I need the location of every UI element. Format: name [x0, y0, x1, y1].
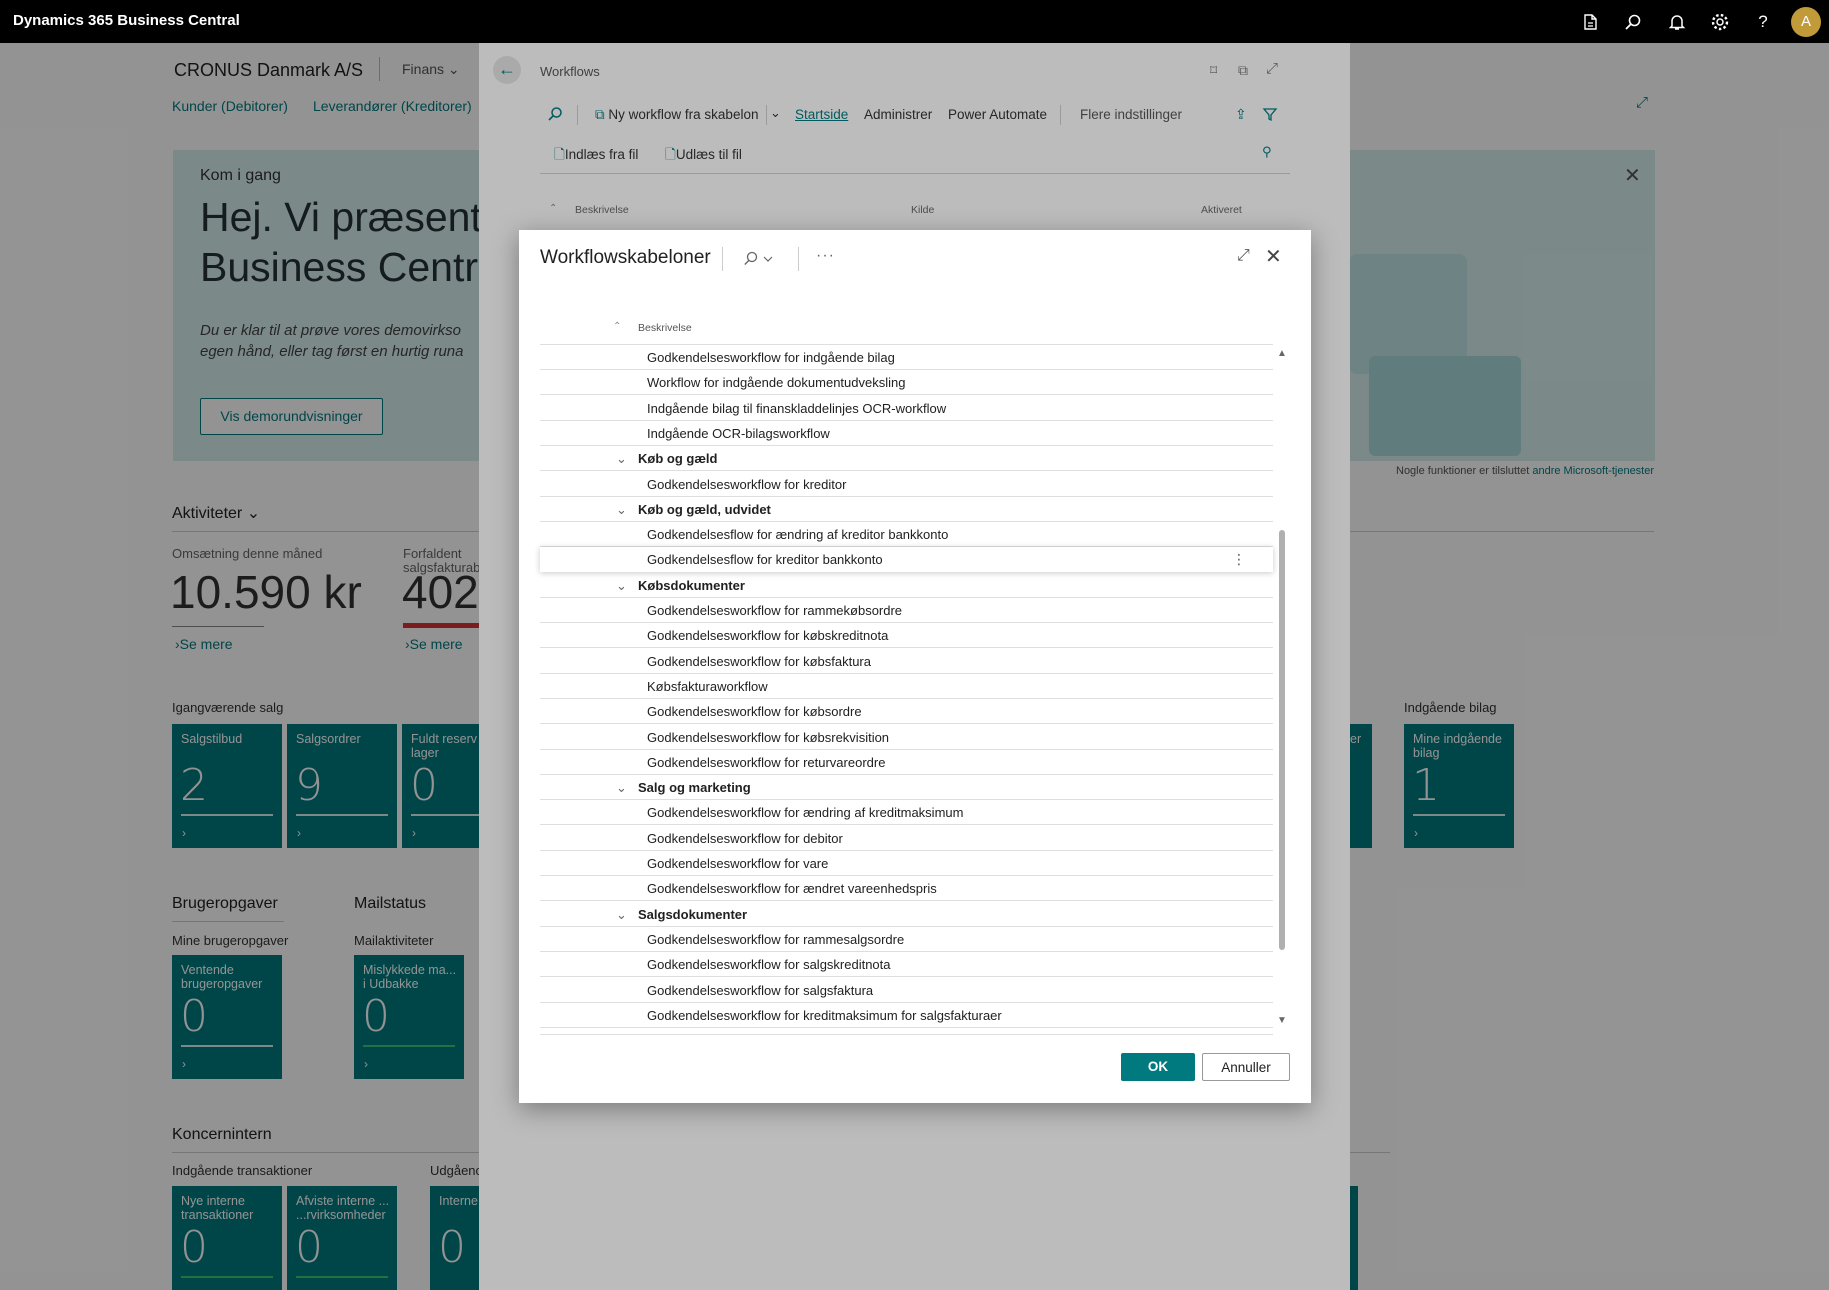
group-label: Salgsdokumenter [638, 906, 748, 922]
template-row[interactable]: Godkendelsesworkflow for indgående bilag [540, 345, 1273, 370]
workflow-templates-dialog: Workflowskabeloner ··· ⤢ ✕ ⌃ Beskrivelse… [519, 230, 1311, 1103]
chevron-down-icon[interactable]: ⌄ [616, 497, 627, 522]
chevron-down-icon[interactable]: ⌄ [616, 902, 627, 927]
template-label: Købsfakturaworkflow [647, 678, 768, 694]
document-icon[interactable] [1579, 11, 1601, 33]
template-row[interactable]: Godkendelsesworkflow for returvareordre [540, 750, 1273, 775]
template-row[interactable]: Godkendelsesworkflow for salgsfaktura [540, 978, 1273, 1003]
row-menu-icon[interactable]: ⋮ [1232, 547, 1246, 572]
template-label: Godkendelsesworkflow for vare [647, 856, 829, 871]
template-label: Godkendelsesworkflow for kreditmaksimum … [647, 1007, 1002, 1023]
template-label: Workflow for indgående dokumentudvekslin… [647, 375, 906, 391]
search-icon[interactable] [1622, 11, 1644, 33]
template-label: Godkendelsesworkflow for debitor [647, 830, 843, 846]
template-row[interactable]: Godkendelsesworkflow for købsfaktura [540, 649, 1273, 674]
gear-icon[interactable] [1709, 11, 1731, 33]
divider [540, 1034, 1273, 1035]
chevron-down-icon[interactable]: ⌄ [616, 573, 627, 598]
template-row[interactable]: Godkendelsesworkflow for købsordre [540, 699, 1273, 725]
template-label: Godkendelsesworkflow for returvareordre [647, 754, 886, 770]
template-label: Godkendelsesworkflow for købsfaktura [647, 653, 871, 669]
template-label: Indgående bilag til finanskladdelinjes O… [647, 400, 947, 416]
template-label: Godkendelsesworkflow for købsordre [647, 704, 862, 720]
template-row[interactable]: Workflow for indgående dokumentudvekslin… [540, 370, 1273, 396]
scrollbar-thumb[interactable] [1279, 530, 1285, 950]
template-row[interactable]: Godkendelsesworkflow for debitor [540, 826, 1273, 851]
chevron-down-icon[interactable]: ⌄ [616, 775, 627, 800]
template-label: Godkendelsesworkflow for ændret vareenhe… [647, 881, 937, 897]
template-row[interactable]: Godkendelsesworkflow for ændring af kred… [540, 800, 1273, 826]
help-icon[interactable]: ? [1752, 11, 1774, 33]
chevron-down-icon[interactable]: ⌄ [616, 446, 627, 471]
template-label: Godkendelsesworkflow for ændring af kred… [647, 805, 964, 821]
template-row[interactable]: Indgående OCR-bilagsworkflow [540, 421, 1273, 446]
template-row[interactable]: Godkendelsesworkflow for rammekøbsordre [540, 598, 1273, 623]
template-row[interactable]: Godkendelsesworkflow for kreditmaksimum … [540, 1003, 1273, 1028]
template-list: Godkendelsesworkflow for indgående bilag… [519, 230, 1289, 1030]
template-row[interactable]: Godkendelsesflow for kreditor bankkonto ⋮ [540, 547, 1273, 573]
template-label: Godkendelsesworkflow for indgående bilag [647, 350, 895, 365]
scroll-up-icon[interactable]: ▲ [1275, 348, 1289, 359]
group-label: Salg og marketing [638, 780, 751, 796]
group-row[interactable]: ⌄ Køb og gæld, udvidet [540, 497, 1273, 522]
template-row[interactable]: Godkendelsesworkflow for salgskreditnota [540, 952, 1273, 978]
template-label: Godkendelsesworkflow for salgsfaktura [647, 982, 874, 998]
group-label: Købsdokumenter [638, 577, 745, 593]
group-row[interactable]: ⌄ Salg og marketing [540, 775, 1273, 801]
template-label: Godkendelsesworkflow for rammekøbsordre [647, 603, 903, 618]
template-row[interactable]: Godkendelsesworkflow for købskreditnota [540, 623, 1273, 649]
group-label: Køb og gæld [638, 451, 718, 467]
template-label: Godkendelsesworkflow for købsrekvisition [647, 729, 890, 745]
template-row[interactable]: Godkendelsesworkflow for vare [540, 851, 1273, 876]
template-row[interactable]: Købsfakturaworkflow [540, 674, 1273, 699]
group-label: Køb og gæld, udvidet [638, 501, 771, 517]
cancel-button[interactable]: Annuller [1202, 1053, 1290, 1081]
template-label: Godkendelsesworkflow for rammesalgsordre [647, 931, 905, 947]
template-row[interactable]: Godkendelsesworkflow for købsrekvisition [540, 725, 1273, 750]
group-row[interactable]: ⌄ Salgsdokumenter [540, 902, 1273, 927]
template-row[interactable]: Godkendelsesworkflow for kreditor [540, 472, 1273, 497]
template-label: Godkendelsesworkflow for salgskreditnota [647, 957, 891, 973]
template-row[interactable]: Godkendelsesflow for ændring af kreditor… [540, 522, 1273, 548]
template-row[interactable]: Godkendelsesworkflow for rammesalgsordre [540, 927, 1273, 952]
app-title[interactable]: Dynamics 365 Business Central [13, 12, 240, 29]
template-row[interactable]: Indgående bilag til finanskladdelinjes O… [540, 396, 1273, 421]
template-label: Godkendelsesflow for kreditor bankkonto [647, 552, 883, 568]
template-label: Indgående OCR-bilagsworkflow [647, 425, 830, 441]
ok-button[interactable]: OK [1121, 1053, 1195, 1081]
scroll-down-icon[interactable]: ▼ [1275, 1015, 1289, 1026]
group-row[interactable]: ⌄ Købsdokumenter [540, 573, 1273, 598]
app-top-bar: Dynamics 365 Business Central ? A [0, 0, 1829, 43]
template-label: Godkendelsesworkflow for kreditor [647, 476, 847, 492]
bell-icon[interactable] [1666, 11, 1688, 33]
template-label: Godkendelsesflow for ændring af kreditor… [647, 527, 949, 543]
group-row[interactable]: ⌄ Køb og gæld [540, 446, 1273, 472]
user-avatar[interactable]: A [1791, 7, 1821, 37]
template-row[interactable]: Godkendelsesworkflow for ændret vareenhe… [540, 876, 1273, 902]
template-label: Godkendelsesworkflow for købskreditnota [647, 628, 889, 644]
